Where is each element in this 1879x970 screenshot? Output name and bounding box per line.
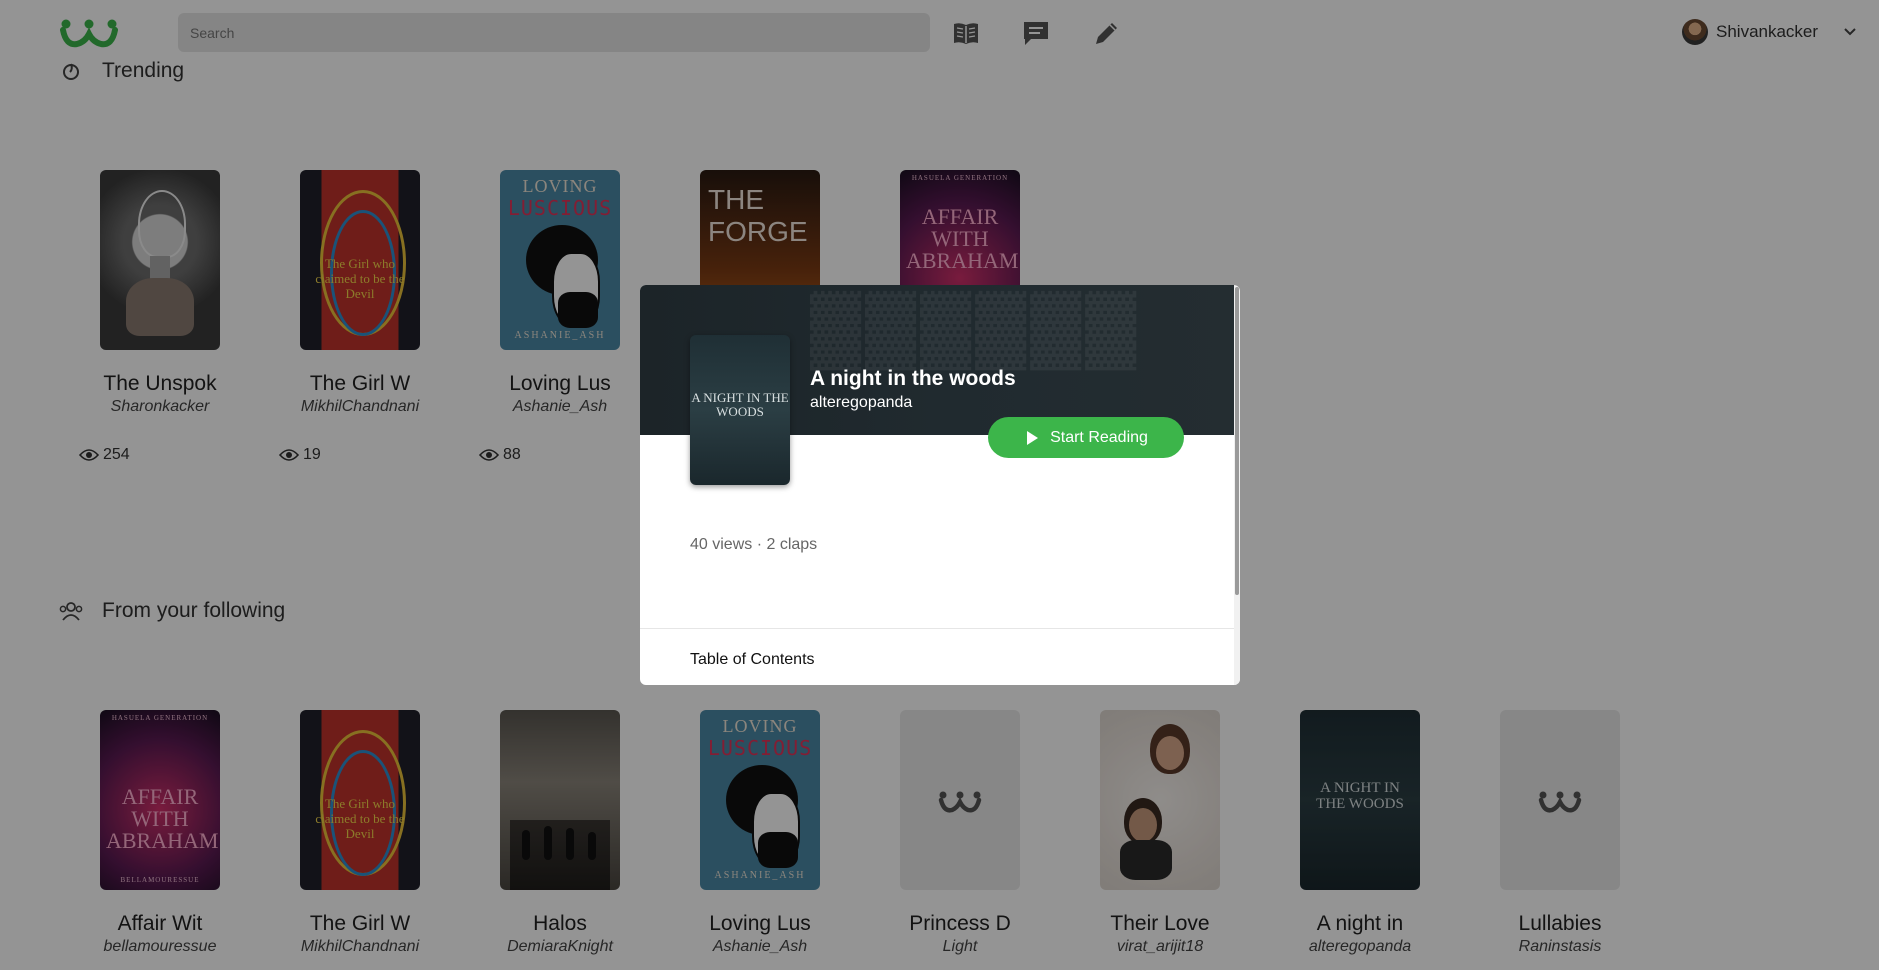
table-of-contents-heading[interactable]: Table of Contents xyxy=(690,651,815,669)
start-reading-label: Start Reading xyxy=(1050,428,1148,446)
modal-book-author[interactable]: alteregopanda xyxy=(810,394,912,412)
play-icon xyxy=(1027,430,1039,445)
start-reading-button[interactable]: Start Reading xyxy=(988,417,1184,458)
cover-text: A NIGHT IN THE WOODS xyxy=(691,390,789,419)
modal-book-cover[interactable]: A NIGHT IN THE WOODS xyxy=(690,335,790,485)
modal-stats: 40 views · 2 claps xyxy=(690,536,818,553)
scrollbar-thumb[interactable] xyxy=(1235,287,1239,595)
modal-book-title: A night in the woods xyxy=(810,367,1016,390)
book-preview-modal: ▓▓▓▓▓▓ A NIGHT IN THE WOODS A night in t… xyxy=(640,285,1240,685)
header-background-art: ▓▓▓▓▓▓ xyxy=(810,288,1141,365)
divider xyxy=(640,628,1240,629)
